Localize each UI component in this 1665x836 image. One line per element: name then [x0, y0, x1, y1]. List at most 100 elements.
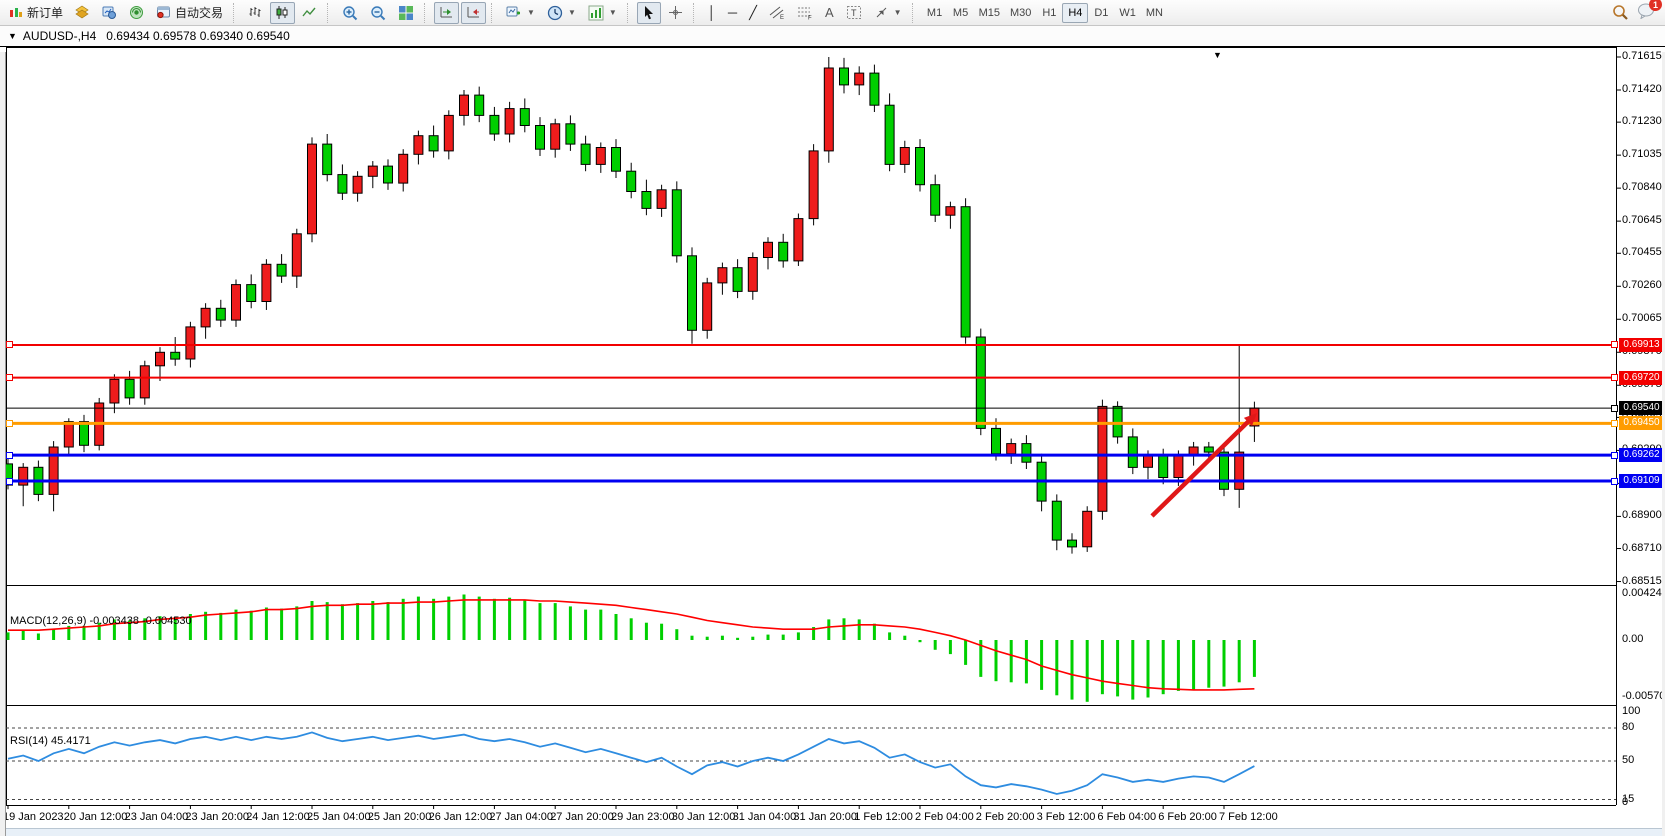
price-tick-label: 0.68515: [1622, 575, 1664, 587]
timeframe-m30-button[interactable]: M30: [1005, 3, 1036, 23]
chart-shift-button[interactable]: [461, 2, 486, 24]
timeframe-m5-button[interactable]: M5: [948, 3, 974, 23]
timeframe-d1-button[interactable]: D1: [1088, 3, 1114, 23]
text-label-icon: T: [846, 5, 862, 20]
new-chart-button[interactable]: ▼: [501, 2, 540, 24]
price-tick-label: 0.71035: [1622, 148, 1664, 160]
time-axis-label: 30 Jan 12:00: [672, 811, 736, 823]
line-anchor-square[interactable]: [1611, 452, 1618, 459]
auto-scroll-icon: [439, 5, 454, 20]
strategy-tester-button[interactable]: [97, 2, 122, 24]
line-price-box: 0.69720: [1619, 371, 1664, 385]
indicators-button[interactable]: ▼: [583, 2, 622, 24]
autotrading-label: 自动交易: [175, 4, 223, 21]
line-chart-icon: [302, 5, 317, 20]
label-tool-button[interactable]: T: [841, 2, 867, 24]
auto-scroll-button[interactable]: [434, 2, 459, 24]
autotrading-button[interactable]: 自动交易: [151, 2, 228, 24]
timeframe-h4-button[interactable]: H4: [1062, 3, 1088, 23]
line-anchor-square[interactable]: [1611, 420, 1618, 427]
bar-chart-mode-button[interactable]: [243, 2, 268, 24]
line-price-box: 0.69109: [1619, 474, 1664, 488]
price-tick-label: 0.70840: [1622, 181, 1664, 193]
price-tick-label: 0.71615: [1622, 50, 1664, 62]
candle-chart-mode-button[interactable]: [270, 2, 295, 24]
time-axis-label: 3 Feb 12:00: [1037, 811, 1096, 823]
new-order-button[interactable]: 新订单: [4, 2, 68, 24]
chart-plot-area[interactable]: MACD(12,26,9) -0.003438 -0.004530 RSI(14…: [0, 47, 1665, 830]
crosshair-tool-button[interactable]: [663, 2, 688, 24]
crosshair-icon: [668, 5, 683, 20]
toolbar-separator: [424, 3, 429, 23]
line-anchor-square[interactable]: [6, 420, 13, 427]
time-axis-label: 29 Jan 23:00: [611, 811, 675, 823]
chart-window: ▼ AUDUSD-,H4 0.69434 0.69578 0.69340 0.6…: [0, 26, 1665, 830]
line-price-box: 0.69540: [1619, 401, 1664, 415]
time-axis-label: 26 Jan 12:00: [429, 811, 493, 823]
signals-button[interactable]: [124, 2, 149, 24]
chart-titlebar[interactable]: ▼ AUDUSD-,H4 0.69434 0.69578 0.69340 0.6…: [0, 26, 1665, 47]
chat-badge: 1: [1649, 0, 1662, 11]
zoom-out-button[interactable]: [365, 2, 391, 24]
timeframe-m15-button[interactable]: M15: [974, 3, 1005, 23]
rsi-tick-label: 0: [1622, 796, 1664, 808]
dropdown-caret-icon: ▼: [894, 8, 902, 17]
price-tick-label: 0.70260: [1622, 279, 1664, 291]
equidistant-channel-icon: E: [769, 5, 785, 20]
line-anchor-square[interactable]: [1611, 478, 1618, 485]
line-chart-mode-button[interactable]: [297, 2, 322, 24]
tile-windows-icon: [398, 5, 414, 21]
line-anchor-square[interactable]: [1611, 374, 1618, 381]
line-anchor-square[interactable]: [6, 452, 13, 459]
text-tool-button[interactable]: A: [820, 2, 839, 24]
chart-menu-icon[interactable]: ▼: [8, 31, 17, 41]
trendline-tool-button[interactable]: ╱: [744, 2, 762, 24]
price-tick-label: 0.70645: [1622, 214, 1664, 226]
tile-windows-button[interactable]: [393, 2, 419, 24]
chat-button[interactable]: 1: [1637, 3, 1655, 22]
time-axis-label: 23 Jan 04:00: [125, 811, 189, 823]
periods-button[interactable]: ▼: [542, 2, 581, 24]
fibonacci-tool-button[interactable]: F: [792, 2, 818, 24]
timeframe-m1-button[interactable]: M1: [922, 3, 948, 23]
zoom-out-icon: [370, 5, 386, 21]
timeframe-mn-button[interactable]: MN: [1141, 3, 1168, 23]
channel-tool-button[interactable]: E: [764, 2, 790, 24]
autotrading-icon: [156, 5, 171, 20]
timeframe-w1-button[interactable]: W1: [1114, 3, 1141, 23]
mt4-window: 新订单 自动交易: [0, 0, 1665, 836]
time-axis-label: 6 Feb 20:00: [1158, 811, 1217, 823]
zoom-in-button[interactable]: [337, 2, 363, 24]
line-anchor-square[interactable]: [1611, 341, 1618, 348]
timeframe-toolbar: M1M5M15M30H1H4D1W1MN: [922, 3, 1168, 23]
cursor-tool-button[interactable]: [637, 2, 661, 24]
price-tick-label: 0.68900: [1622, 509, 1664, 521]
toolbar-separator: [627, 3, 632, 23]
toolbar-right-group: 1: [1612, 3, 1661, 22]
main-toolbar: 新订单 自动交易: [0, 0, 1665, 26]
time-axis-label: 23 Jan 20:00: [185, 811, 249, 823]
chart-symbol-period: AUDUSD-,H4: [23, 29, 96, 43]
search-icon[interactable]: [1612, 4, 1629, 21]
time-axis-label: 1 Feb 12:00: [854, 811, 913, 823]
market-watch-button[interactable]: [70, 2, 95, 24]
chart-canvas[interactable]: [0, 47, 1665, 830]
window-left-border: [0, 52, 6, 836]
dropdown-caret-icon: ▼: [527, 8, 535, 17]
line-anchor-square[interactable]: [6, 478, 13, 485]
horizontal-line-tool-button[interactable]: ─: [723, 2, 742, 24]
time-axis-label: 7 Feb 12:00: [1219, 811, 1278, 823]
time-axis-label: 2 Feb 04:00: [915, 811, 974, 823]
line-anchor-square[interactable]: [1611, 405, 1618, 412]
time-axis-label: 6 Feb 04:00: [1097, 811, 1156, 823]
new-order-label: 新订单: [27, 4, 63, 21]
svg-text:F: F: [808, 16, 812, 21]
arrows-tool-button[interactable]: ▼: [869, 2, 907, 24]
vertical-line-tool-button[interactable]: │: [703, 2, 721, 24]
timeframe-h1-button[interactable]: H1: [1036, 3, 1062, 23]
line-anchor-square[interactable]: [6, 374, 13, 381]
signals-icon: [129, 5, 144, 20]
line-anchor-square[interactable]: [6, 341, 13, 348]
time-axis-label: 19 Jan 2023: [3, 811, 64, 823]
chart-shift-marker[interactable]: ▼: [1213, 50, 1222, 60]
